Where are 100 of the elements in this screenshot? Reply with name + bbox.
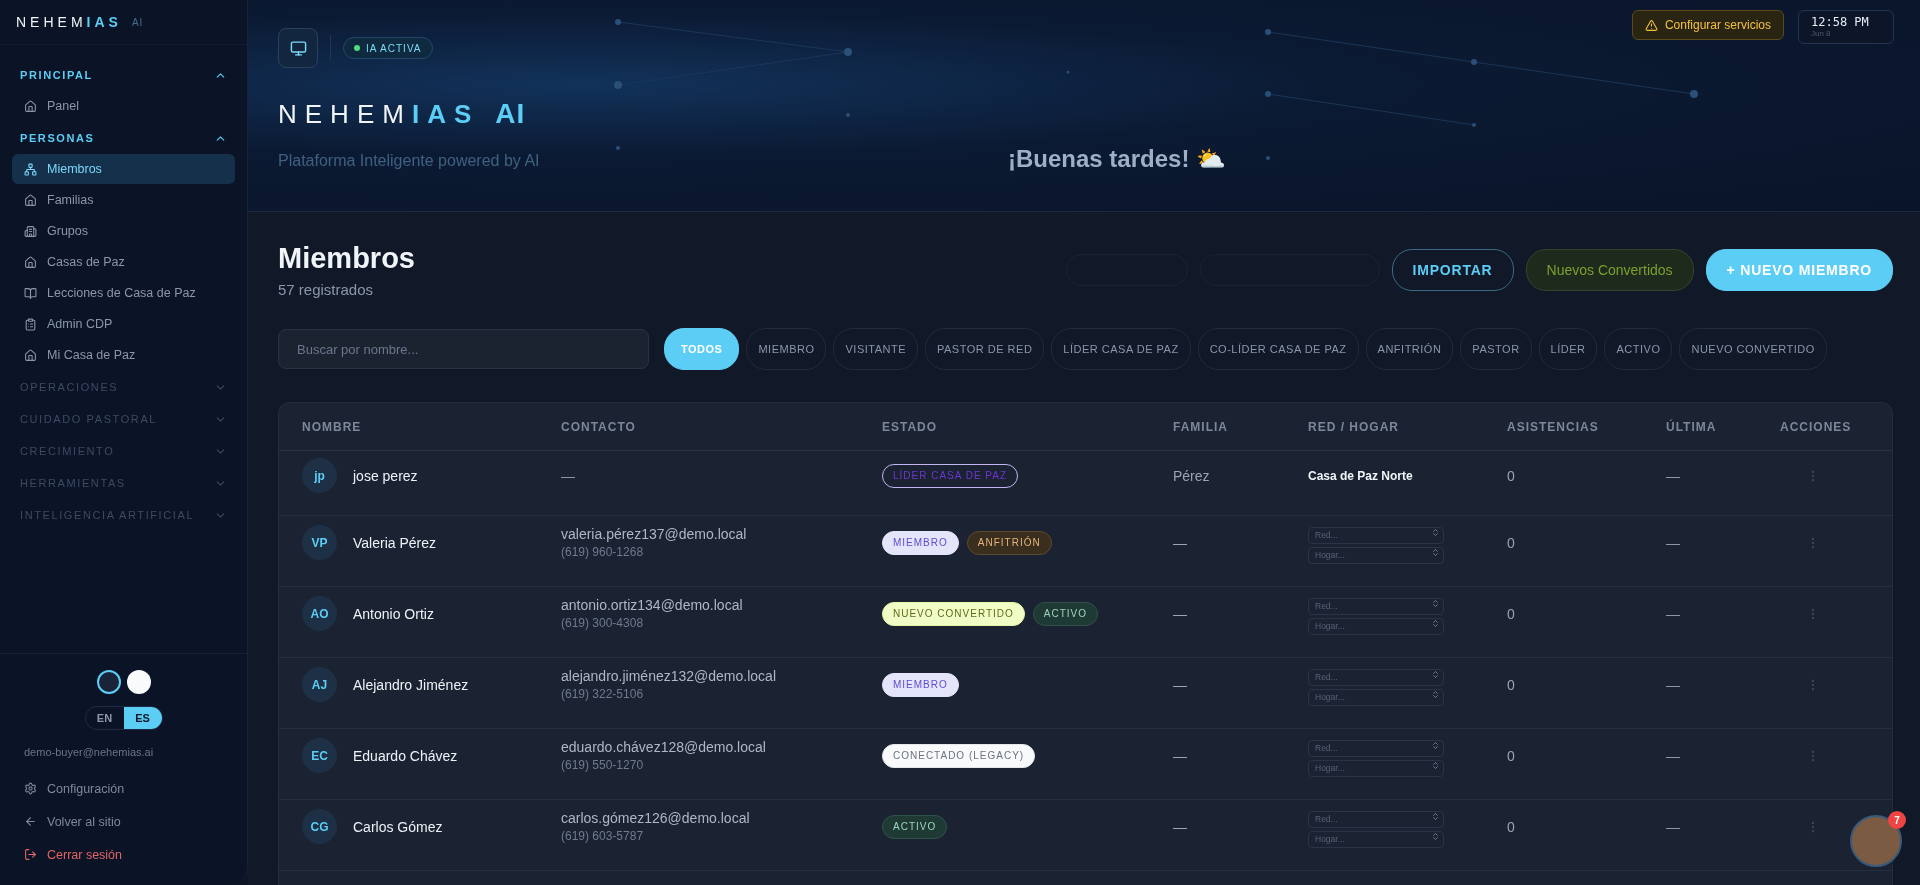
filter-chip[interactable]: LÍDER CASA DE PAZ bbox=[1051, 328, 1191, 370]
warning-icon bbox=[1644, 18, 1658, 32]
language-option[interactable]: EN bbox=[85, 707, 124, 729]
nav-item[interactable]: Panel bbox=[12, 91, 235, 121]
sidebar-link[interactable]: Configuración bbox=[12, 772, 235, 805]
status-tag: ANFITRIÓN bbox=[966, 530, 1052, 555]
updown-icon bbox=[1431, 741, 1440, 751]
filter-chip[interactable]: NUEVO CONVERTIDO bbox=[1679, 328, 1827, 370]
family-cell: — bbox=[1173, 747, 1187, 764]
nav-item[interactable]: Grupos bbox=[12, 216, 235, 246]
member-name: jose perez bbox=[353, 467, 418, 484]
avatar: AJ bbox=[302, 667, 337, 703]
configure-services-button[interactable]: Configurar servicios bbox=[1631, 10, 1784, 40]
updown-icon bbox=[1431, 528, 1440, 538]
updown-icon bbox=[1431, 619, 1440, 629]
nav-item[interactable]: Admin CDP bbox=[12, 309, 235, 339]
attendance-cell: 0 bbox=[1507, 676, 1515, 693]
family-cell: — bbox=[1173, 605, 1187, 622]
select-field[interactable]: Red... bbox=[1308, 810, 1444, 828]
logo-suffix: AI bbox=[495, 98, 526, 130]
member-email: — bbox=[561, 467, 575, 484]
updown-icon bbox=[1431, 690, 1440, 700]
user-email: demo-buyer@nehemias.ai bbox=[23, 746, 155, 758]
attendance-cell: 0 bbox=[1507, 747, 1515, 764]
select-field[interactable]: Hogar... bbox=[1308, 617, 1444, 635]
select-field[interactable]: Red... bbox=[1308, 668, 1444, 686]
language-option[interactable]: ES bbox=[123, 707, 162, 729]
avatar: VP bbox=[302, 525, 337, 561]
network-cell: Casa de Paz Norte bbox=[1308, 468, 1413, 483]
select-field[interactable]: Red... bbox=[1308, 739, 1444, 757]
filter-chip[interactable]: ANFITRIÓN bbox=[1365, 328, 1454, 370]
filter-chip[interactable]: VISITANTE bbox=[833, 328, 918, 370]
theme-swatch[interactable] bbox=[96, 670, 121, 694]
status-tag: NUEVO CONVERTIDO bbox=[882, 601, 1025, 626]
attendance-cell: 0 bbox=[1507, 467, 1515, 484]
last-attendance-cell: — bbox=[1666, 747, 1680, 764]
nav-section-header[interactable]: PERSONAS bbox=[12, 122, 235, 154]
filter-chip[interactable]: CO-LÍDER CASA DE PAZ bbox=[1197, 328, 1359, 370]
column-header: ASISTENCIAS bbox=[1507, 419, 1600, 434]
nav-section-header[interactable]: PRINCIPAL bbox=[12, 59, 235, 91]
logo-suffix: AI bbox=[131, 16, 144, 28]
filter-chip[interactable]: MIEMBRO bbox=[746, 328, 827, 370]
logout-icon bbox=[24, 848, 37, 861]
avatar: CG bbox=[302, 809, 337, 845]
nav-icon bbox=[24, 286, 37, 300]
nav-item[interactable]: Familias bbox=[12, 185, 235, 215]
member-phone: (619) 322-5106 bbox=[561, 687, 645, 702]
nav-item[interactable]: Mi Casa de Paz bbox=[12, 340, 235, 370]
select-field[interactable]: Hogar... bbox=[1308, 759, 1444, 777]
filter-chip[interactable]: PASTOR bbox=[1460, 328, 1532, 370]
member-phone: (619) 960-1268 bbox=[561, 545, 645, 560]
member-name: Alejandro Jiménez bbox=[353, 676, 469, 693]
select-field[interactable]: Hogar... bbox=[1308, 546, 1444, 564]
status-tag: MIEMBRO bbox=[882, 530, 959, 555]
last-attendance-cell: — bbox=[1666, 676, 1680, 693]
nav-item[interactable]: Lecciones de Casa de Paz bbox=[12, 278, 235, 308]
search-field[interactable]: Buscar por nombre... bbox=[278, 329, 649, 369]
attendance-cell: 0 bbox=[1507, 605, 1515, 622]
arrow-left-icon bbox=[24, 815, 37, 828]
attendance-cell: 0 bbox=[1507, 534, 1515, 551]
nav-item[interactable]: Casas de Paz bbox=[12, 247, 235, 277]
status-tag: MIEMBRO bbox=[882, 672, 959, 697]
member-email: alejandro.jiménez132@demo.local bbox=[561, 668, 776, 685]
last-attendance-cell: — bbox=[1666, 605, 1680, 622]
column-header: ÚLTIMA bbox=[1666, 419, 1718, 434]
status-tag: ACTIVO bbox=[882, 814, 948, 839]
select-field[interactable]: Hogar... bbox=[1308, 688, 1444, 706]
select-field[interactable]: Red... bbox=[1308, 597, 1444, 615]
sidebar-link[interactable]: Volver al sitio bbox=[12, 805, 235, 838]
nav-icon bbox=[24, 224, 37, 238]
nav-item[interactable]: Miembros bbox=[12, 154, 235, 184]
column-header: CONTACTO bbox=[561, 419, 637, 434]
member-phone: (619) 603-5787 bbox=[561, 829, 645, 844]
action-button[interactable]: IMPORTAR bbox=[1391, 249, 1514, 291]
updown-icon bbox=[1431, 812, 1440, 822]
filter-chip[interactable]: LÍDER bbox=[1538, 328, 1598, 370]
action-button[interactable]: Nuevos Convertidos bbox=[1525, 249, 1694, 291]
theme-swatch[interactable] bbox=[126, 670, 151, 694]
select-field[interactable]: Hogar... bbox=[1308, 830, 1444, 848]
member-name: Valeria Pérez bbox=[353, 534, 436, 551]
attendance-cell: 0 bbox=[1507, 818, 1515, 835]
nav-icon bbox=[24, 348, 37, 362]
hero-subtitle: Plataforma Inteligente powered by AI bbox=[278, 152, 541, 170]
filter-chip[interactable]: ACTIVO bbox=[1604, 328, 1673, 370]
member-email: valeria.pérez137@demo.local bbox=[561, 526, 747, 543]
last-attendance-cell: — bbox=[1666, 818, 1680, 835]
family-cell: — bbox=[1173, 534, 1187, 551]
logo-wordmark: NEHEM IAS bbox=[16, 14, 122, 30]
monitor-button[interactable] bbox=[278, 28, 318, 68]
last-attendance-cell: — bbox=[1666, 534, 1680, 551]
nav-icon bbox=[24, 317, 37, 331]
avatar: EC bbox=[302, 738, 337, 774]
nav-icon bbox=[24, 99, 37, 113]
sidebar-link[interactable]: Cerrar sesión bbox=[12, 838, 235, 871]
filter-chip[interactable]: PASTOR DE RED bbox=[925, 328, 1045, 370]
select-field[interactable]: Red... bbox=[1308, 526, 1444, 544]
column-header: ESTADO bbox=[882, 419, 939, 434]
settings-icon bbox=[24, 782, 37, 795]
member-email: eduardo.chávez128@demo.local bbox=[561, 739, 766, 756]
nav-icon bbox=[24, 193, 37, 207]
